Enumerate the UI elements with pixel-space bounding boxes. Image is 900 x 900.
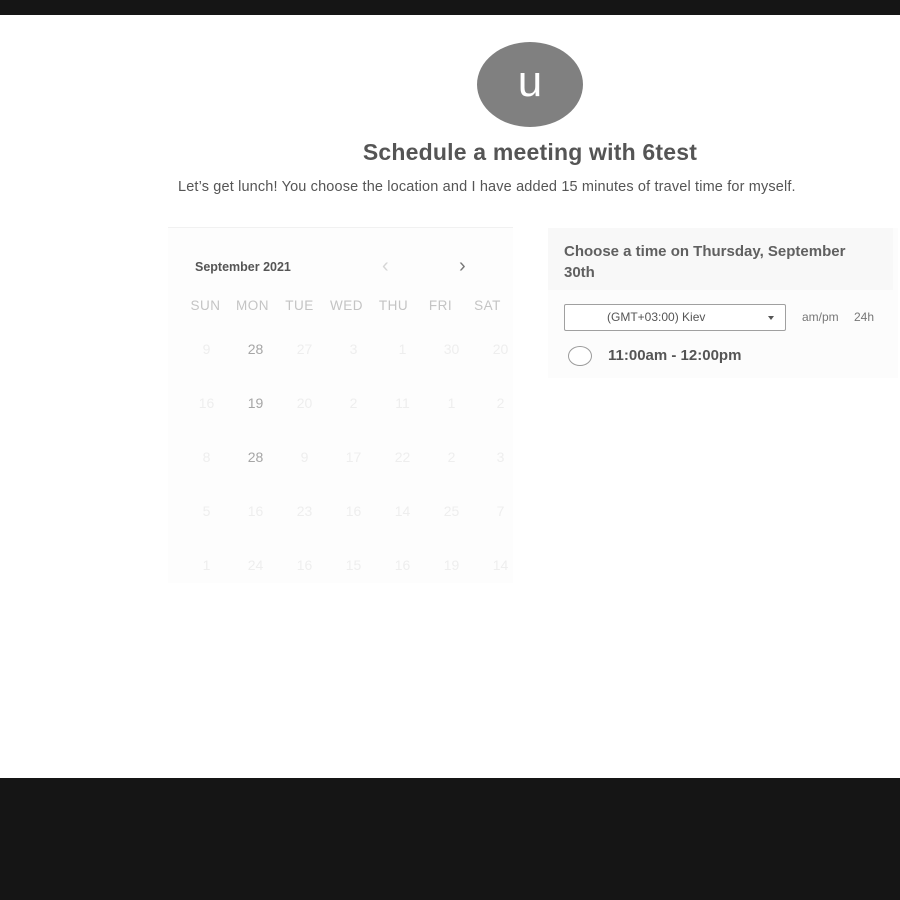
calendar-day[interactable]: 7 — [476, 503, 525, 519]
calendar-day[interactable]: 9 — [280, 449, 329, 465]
weekday-label: SAT — [474, 298, 501, 313]
calendar-day[interactable]: 2 — [329, 395, 378, 411]
weekday-label: TUE — [285, 298, 314, 313]
calendar-day[interactable]: 1 — [427, 395, 476, 411]
24h-format-toggle[interactable]: 24h — [854, 310, 874, 324]
calendar-day[interactable]: 1 — [182, 557, 231, 573]
calendar-month-label: September 2021 — [195, 260, 291, 274]
calendar-day[interactable]: 15 — [329, 557, 378, 573]
calendar: September 2021 ‹ › SUN MON TUE WED THU F… — [168, 227, 513, 583]
calendar-day[interactable]: 25 — [427, 503, 476, 519]
ampm-format-toggle[interactable]: am/pm — [802, 310, 839, 324]
calendar-day[interactable]: 20 — [280, 395, 329, 411]
timezone-select[interactable]: (GMT+03:00) Kiev — [564, 304, 786, 331]
calendar-day[interactable]: 16 — [182, 395, 231, 411]
calendar-day[interactable]: 9 — [182, 341, 231, 357]
selected-date-heading: Choose a time on Thursday, September 30t… — [564, 243, 846, 281]
calendar-day[interactable]: 11 — [378, 395, 427, 411]
weekday-label: WED — [330, 298, 363, 313]
time-slot-label: 11:00am - 12:00pm — [608, 347, 742, 364]
chevron-right-icon[interactable]: › — [459, 256, 466, 276]
calendar-day[interactable]: 14 — [378, 503, 427, 519]
bottom-bar — [0, 778, 900, 900]
scheduling-page: u Schedule a meeting with 6test Let’s ge… — [0, 15, 900, 778]
calendar-day[interactable]: 28 — [231, 341, 280, 357]
calendar-day[interactable]: 3 — [476, 449, 525, 465]
event-description: Let’s get lunch! You choose the location… — [178, 179, 796, 195]
weekday-label: FRI — [428, 298, 453, 313]
weekday-header: SUN MON TUE WED THU FRI SAT — [182, 298, 511, 313]
calendar-day[interactable]: 16 — [231, 503, 280, 519]
calendar-day[interactable]: 1 — [378, 341, 427, 357]
calendar-day[interactable]: 30 — [427, 341, 476, 357]
calendar-day[interactable]: 16 — [329, 503, 378, 519]
calendar-day[interactable]: 19 — [427, 557, 476, 573]
chevron-left-icon[interactable]: ‹ — [382, 256, 389, 276]
calendar-week: 16 19 20 2 11 1 2 — [182, 395, 525, 411]
calendar-day[interactable]: 27 — [280, 341, 329, 357]
time-slot-radio[interactable] — [568, 346, 592, 366]
calendar-day[interactable]: 24 — [231, 557, 280, 573]
calendar-week: 9 28 27 3 1 30 20 — [182, 341, 525, 357]
calendar-week: 1 24 16 15 16 19 14 — [182, 557, 525, 573]
calendar-day[interactable]: 2 — [476, 395, 525, 411]
calendar-day[interactable]: 16 — [280, 557, 329, 573]
calendar-day[interactable]: 8 — [182, 449, 231, 465]
calendar-week: 8 28 9 17 22 2 3 — [182, 449, 525, 465]
calendar-week: 5 16 23 16 14 25 7 — [182, 503, 525, 519]
calendar-day[interactable]: 19 — [231, 395, 280, 411]
panel-header: Choose a time on Thursday, September 30t… — [548, 228, 893, 290]
weekday-label: MON — [236, 298, 269, 313]
calendar-day[interactable]: 5 — [182, 503, 231, 519]
calendar-day[interactable]: 17 — [329, 449, 378, 465]
timezone-value: (GMT+03:00) Kiev — [607, 310, 706, 324]
calendar-day[interactable]: 16 — [378, 557, 427, 573]
caret-down-icon — [768, 316, 774, 320]
time-selection-panel: Choose a time on Thursday, September 30t… — [548, 228, 898, 378]
calendar-day[interactable]: 23 — [280, 503, 329, 519]
calendar-day[interactable]: 14 — [476, 557, 525, 573]
calendar-day[interactable]: 2 — [427, 449, 476, 465]
calendar-day[interactable]: 20 — [476, 341, 525, 357]
calendar-day[interactable]: 22 — [378, 449, 427, 465]
weekday-label: SUN — [190, 298, 221, 313]
page-title: Schedule a meeting with 6test — [362, 139, 698, 165]
calendar-day[interactable]: 28 — [231, 449, 280, 465]
calendar-day[interactable]: 3 — [329, 341, 378, 357]
weekday-label: THU — [378, 298, 409, 313]
avatar: u — [477, 42, 583, 127]
